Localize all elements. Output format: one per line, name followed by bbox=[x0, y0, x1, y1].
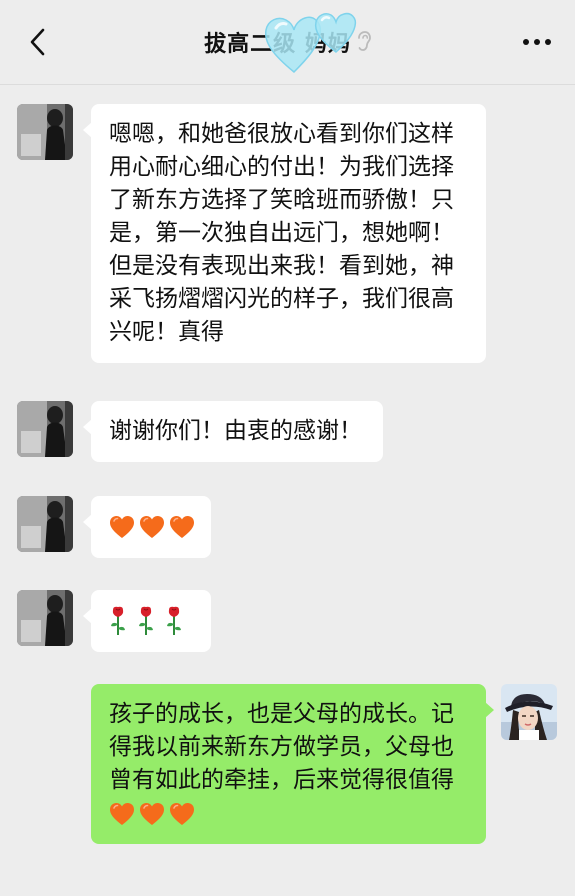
orange-heart-icon bbox=[139, 802, 165, 826]
back-button[interactable] bbox=[18, 22, 58, 62]
emoji-row bbox=[109, 510, 195, 543]
orange-heart-icon bbox=[169, 802, 195, 826]
my-avatar[interactable] bbox=[501, 684, 557, 740]
message-bubble-incoming[interactable]: 谢谢你们！由衷的感谢！ bbox=[83, 401, 383, 462]
message-text: 孩子的成长，也是父母的成长。记得我以前来新东方做学员，父母也曾有如此的牵挂，后来… bbox=[109, 701, 454, 793]
chat-header: 拔高二级 妈妈 bbox=[0, 0, 575, 85]
contact-avatar[interactable] bbox=[17, 590, 73, 646]
message-bubble-incoming[interactable] bbox=[83, 496, 211, 558]
message-bubble-outgoing[interactable]: 孩子的成长，也是父母的成长。记得我以前来新东方做学员，父母也曾有如此的牵挂，后来… bbox=[91, 684, 494, 844]
more-dots-icon bbox=[523, 39, 551, 45]
rose-icon bbox=[109, 606, 127, 636]
emoji-row bbox=[109, 797, 468, 830]
orange-heart-icon bbox=[109, 515, 135, 539]
orange-heart-icon bbox=[139, 515, 165, 539]
rose-icon bbox=[165, 606, 183, 636]
contact-avatar[interactable] bbox=[17, 104, 73, 160]
emoji-row bbox=[109, 604, 193, 637]
message-text: 嗯嗯，和她爸很放心看到你们这样用心耐心细心的付出！为我们选择了新东方选择了笑晗班… bbox=[109, 121, 454, 345]
rose-icon bbox=[137, 606, 155, 636]
message-bubble-incoming[interactable] bbox=[83, 590, 211, 652]
message-bubble-incoming[interactable]: 嗯嗯，和她爸很放心看到你们这样用心耐心细心的付出！为我们选择了新东方选择了笑晗班… bbox=[83, 104, 486, 363]
contact-avatar[interactable] bbox=[17, 401, 73, 457]
chevron-left-icon bbox=[30, 28, 45, 56]
chat-screen: 拔高二级 妈妈 bbox=[0, 0, 575, 896]
contact-avatar[interactable] bbox=[17, 496, 73, 552]
orange-heart-icon bbox=[169, 515, 195, 539]
message-text: 谢谢你们！由衷的感谢！ bbox=[109, 418, 362, 444]
more-options-button[interactable] bbox=[513, 22, 561, 62]
decor-hearts-sticker bbox=[264, 12, 357, 74]
orange-heart-icon bbox=[109, 802, 135, 826]
